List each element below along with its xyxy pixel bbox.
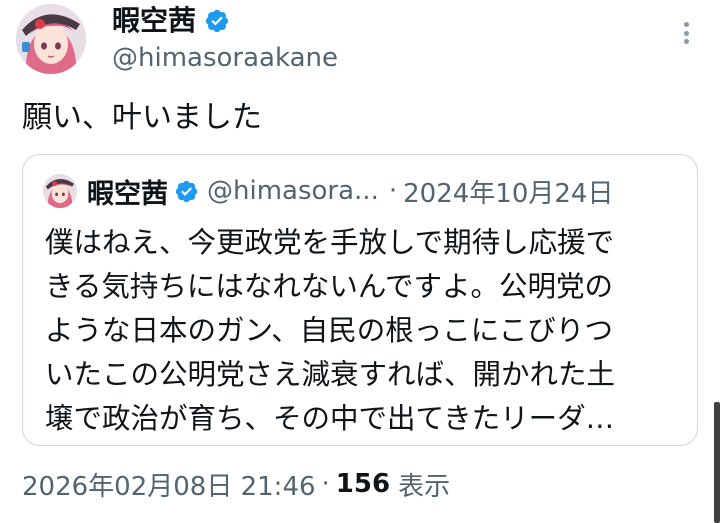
verified-badge-icon	[175, 180, 198, 202]
quoted-tweet-text: 僕はねえ、今更政党を手放しで期待し応援で きる気持ちにはなれないんですよ。公明党…	[45, 221, 685, 441]
tweet-timestamp[interactable]: 2026年02月08日 21:46	[22, 466, 316, 503]
more-options-icon[interactable]	[674, 18, 698, 48]
quoted-tweet-header: 暇空茜 @himasora... · 2024年10月24日	[43, 172, 613, 211]
quoted-text-line: 壌で政治が育ち、その中で出てきたリーダ…	[45, 402, 615, 435]
scrollbar-thumb[interactable]	[714, 402, 720, 523]
quoted-text-line: きる気持ちにはなれないんですよ。公明党の	[45, 270, 614, 303]
author-name-row[interactable]: 暇空茜	[112, 4, 230, 38]
meta-separator: ·	[321, 469, 330, 499]
tweet: 暇空茜 @himasoraakane 願い、叶いました 暇空茜 @himasor…	[0, 0, 720, 523]
quoted-tweet-card[interactable]: 暇空茜 @himasora... · 2024年10月24日 僕はねえ、今更政党…	[22, 154, 698, 446]
quoted-text-line: いたこの公明党さえ減衰すれば、開かれた土	[45, 358, 616, 391]
verified-badge-icon	[205, 9, 229, 33]
author-display-name[interactable]: 暇空茜	[112, 4, 196, 38]
more-dot	[683, 30, 689, 36]
quoted-text-line: ような日本のガン、自民の根っこにこびりつ	[45, 314, 614, 347]
views-count: 156	[335, 469, 391, 499]
quoted-text-line: 僕はねえ、今更政党を手放しで期待し応援で	[45, 226, 615, 259]
quoted-tweet-date[interactable]: 2024年10月24日	[403, 173, 613, 210]
tweet-text: 願い、叶いました	[22, 100, 262, 135]
quoted-author-display-name[interactable]: 暇空茜	[87, 172, 168, 211]
avatar-image	[16, 4, 86, 74]
author-handle[interactable]: @himasoraakane	[112, 42, 338, 74]
tweet-meta: 2026年02月08日 21:46 · 156 表示	[22, 464, 450, 504]
quoted-author-avatar[interactable]	[43, 174, 77, 208]
author-avatar[interactable]	[16, 4, 86, 74]
avatar-image	[43, 174, 77, 208]
more-dot	[683, 39, 689, 44]
quoted-date-separator: ·	[388, 176, 398, 206]
quoted-author-handle[interactable]: @himasora...	[207, 176, 379, 206]
more-dot	[683, 22, 689, 27]
views-label: 表示	[398, 471, 451, 502]
